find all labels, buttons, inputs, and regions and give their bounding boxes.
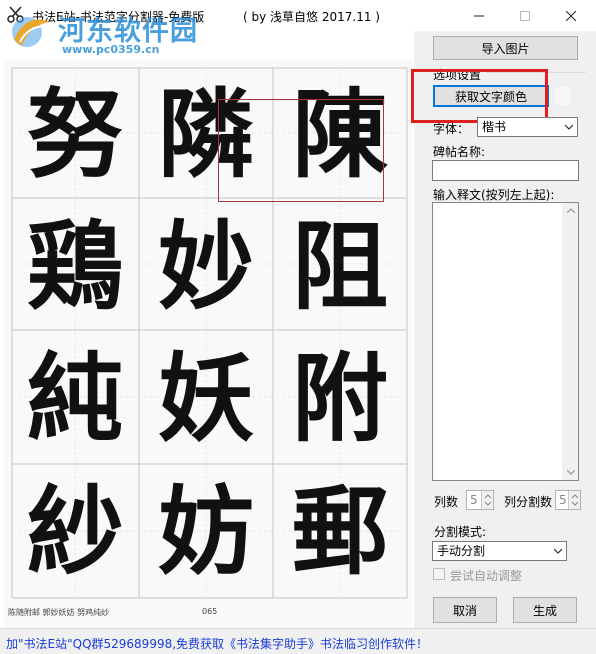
columns-label: 列数	[434, 495, 459, 509]
status-promo-link[interactable]: 加"书法E站"QQ群529689998,免费获取《书法集字助手》书法临习创作软件…	[6, 635, 428, 652]
auto-adjust-label: 尝试自动调整	[450, 569, 523, 583]
close-button[interactable]	[548, 0, 594, 31]
split-mode-select[interactable]: 手动分割	[432, 541, 567, 561]
watermark-url: www.pc0359.cn	[62, 43, 160, 56]
import-image-button[interactable]: 导入图片	[433, 36, 578, 60]
cancel-button[interactable]: 取消	[433, 597, 497, 623]
column-split-stepper-arrows[interactable]	[568, 491, 580, 509]
sheet-page-number: 065	[202, 607, 218, 616]
stele-name-label: 碑帖名称:	[433, 145, 486, 159]
chevron-down-icon	[565, 124, 573, 130]
calligraphy-character: 妖	[158, 342, 254, 455]
column-split-label: 列分割数	[504, 495, 553, 509]
spinner-icon	[571, 494, 579, 506]
maximize-icon	[520, 10, 530, 21]
calligraphy-character: 妨	[158, 475, 254, 588]
watermark-logo-icon	[12, 17, 50, 47]
split-mode-value: 手动分割	[437, 544, 486, 558]
calligraphy-character: 努	[27, 78, 123, 191]
font-select-value: 楷书	[482, 120, 507, 134]
transcript-label: 输入释文(按列左上起):	[433, 188, 555, 202]
font-select[interactable]: 楷书	[477, 117, 578, 137]
calligraphy-character: 郵	[292, 475, 388, 588]
stele-name-input[interactable]	[432, 160, 579, 181]
control-panel: 导入图片 选项设置 获取文字颜色 字体： 楷书 碑帖名称: 输入释文(按列左上起…	[411, 31, 596, 628]
auto-adjust-checkbox[interactable]	[433, 568, 445, 580]
columns-stepper[interactable]: 5	[466, 490, 494, 510]
color-swatch	[555, 87, 571, 105]
calligraphy-character: 附	[292, 342, 388, 455]
calligraphy-character: 紗	[27, 475, 123, 588]
font-label: 字体：	[433, 122, 470, 136]
window-byline: ( by 浅草自悠 2017.11 )	[243, 10, 380, 24]
calligraphy-character: 妙	[158, 210, 254, 323]
image-viewport[interactable]: 努隣陳鶏妙阻純妖附紗妨郵 陈随附邮 郭妙妖妨 努鸡纯纱 065	[4, 60, 412, 628]
minimize-icon	[474, 15, 484, 16]
generate-button[interactable]: 生成	[513, 597, 577, 623]
chevron-down-icon	[554, 548, 562, 554]
calligraphy-character: 純	[27, 342, 123, 455]
close-icon	[566, 10, 576, 21]
split-mode-label: 分割模式:	[434, 525, 487, 539]
scroll-up-icon[interactable]	[567, 208, 575, 213]
status-bar: 加"书法E站"QQ群529689998,免费获取《书法集字助手》书法临习创作软件…	[0, 628, 596, 654]
columns-stepper-arrows[interactable]	[481, 491, 493, 509]
maximize-button[interactable]	[502, 0, 548, 31]
scroll-down-icon[interactable]	[567, 470, 575, 475]
transcript-textarea[interactable]	[432, 202, 579, 481]
minimize-button[interactable]	[456, 0, 502, 31]
spinner-icon	[484, 494, 492, 506]
calligraphy-character: 鶏	[27, 210, 123, 323]
column-split-stepper[interactable]: 5	[555, 490, 581, 510]
calligraphy-character: 阻	[292, 210, 388, 323]
column-split-value: 5	[559, 493, 567, 507]
selection-rectangle[interactable]	[218, 99, 384, 202]
highlight-box	[411, 69, 548, 123]
transcript-scrollbar[interactable]	[562, 203, 578, 480]
columns-value: 5	[470, 493, 478, 507]
sheet-caption: 陈随附邮 郭妙妖妨 努鸡纯纱	[8, 608, 110, 617]
